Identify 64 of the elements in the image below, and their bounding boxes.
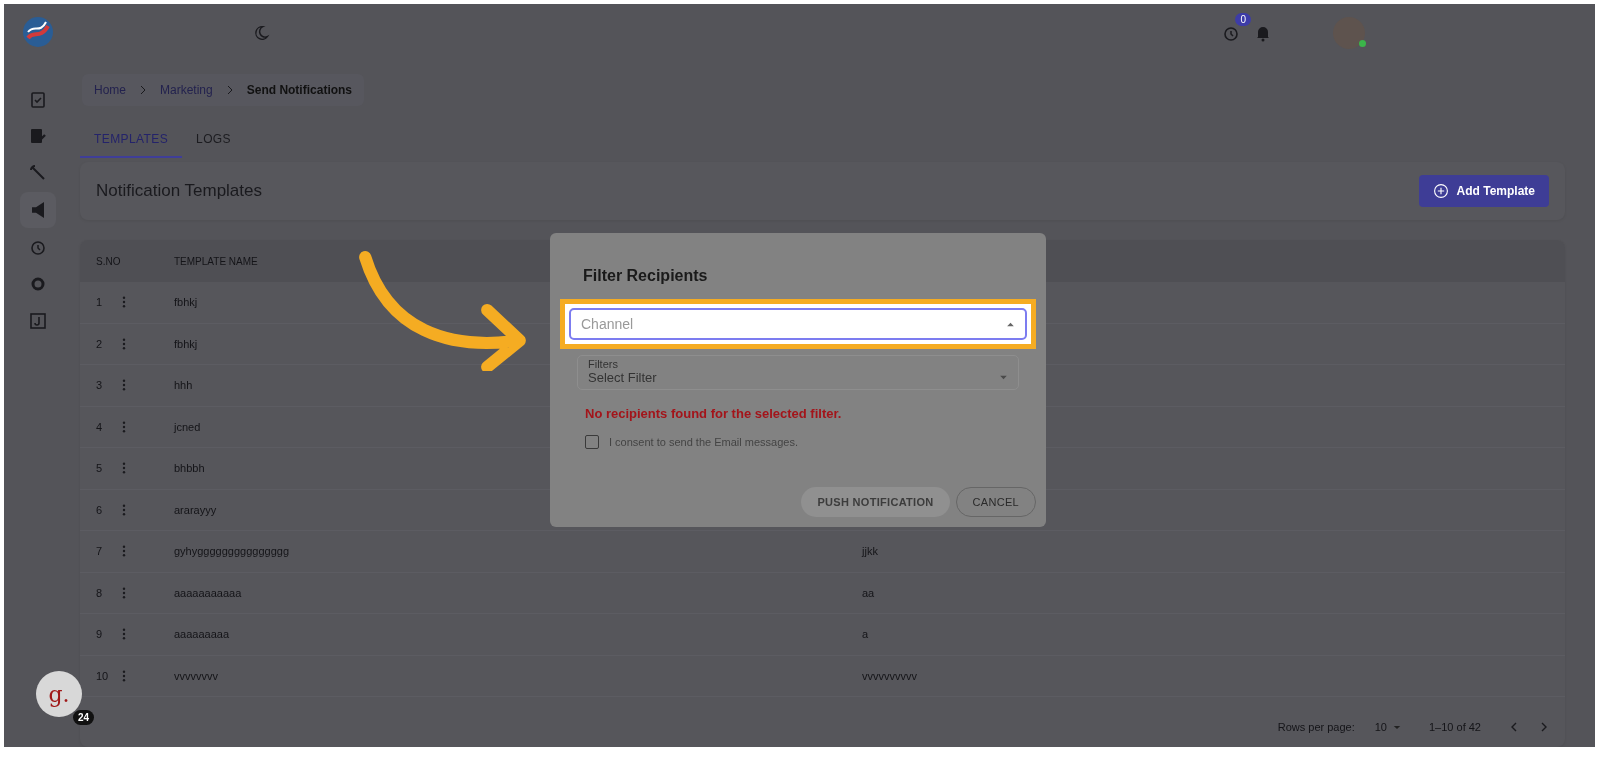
more-vertical-icon[interactable] [122,296,126,309]
more-vertical-icon[interactable] [122,586,126,599]
table-cell-text: hhh [174,379,194,392]
table-cell-text: 1 [95,296,104,309]
chevron-left-icon[interactable] [1509,722,1519,732]
page-range: 1–10 of 42 [1429,721,1481,733]
chevron-right-icon [138,85,148,95]
more-vertical-icon[interactable] [122,379,126,392]
megaphone-nav-item[interactable] [20,192,56,228]
dialog-title: Filter Recipients [583,267,709,285]
more-vertical-icon[interactable] [122,628,126,641]
table-cell-text: 3 [95,379,104,392]
edit-document-icon[interactable] [28,126,48,146]
more-vertical-icon[interactable] [122,462,126,475]
rows-per-page-select[interactable]: 10 [1374,721,1401,733]
table-cell-text: vvvvvvvv [174,669,219,682]
more-vertical-icon[interactable] [122,503,126,516]
count-badge: 24 [72,710,94,725]
table-cell-text: 6 [95,503,104,516]
table-cell: a [862,628,869,641]
field-label: Filters [588,358,619,370]
more-vertical-icon[interactable] [122,337,126,350]
channel-select[interactable]: Channel [569,308,1027,340]
table-cell-text: 2 [95,337,104,350]
logo-icon [22,16,54,48]
megaphone-icon [32,202,44,218]
table-cell-text: 7 [95,545,104,558]
table-cell-text: fbhkj [174,337,199,350]
count-badge: 0 [1235,13,1251,26]
checkbox-label: I consent to send the Email messages. [609,436,798,448]
column-header: TEMPLATE NAME [174,255,258,267]
table-cell: aa [862,586,875,599]
table-cell-text: aaaaaaaaa [174,628,231,641]
table-cell-text: bhbbh [174,462,206,475]
table-cell-text: jcned [174,420,202,433]
table-cell-text: 5 [95,462,104,475]
table-cell-text: 9 [95,628,104,641]
rows-per-page-label: Rows per page: [1277,721,1355,733]
square-j-icon[interactable] [28,311,48,331]
column-header: S.NO [95,255,122,267]
avatar[interactable] [1333,17,1365,49]
clipboard-check-icon[interactable] [28,89,48,109]
table-cell-text: gyhyggggggggggggggg [174,545,290,558]
table-cell-text: fbhkj [174,296,199,309]
table-cell: jjkk [862,545,878,558]
tab[interactable]: LOGS [182,122,245,158]
more-vertical-icon[interactable] [122,545,126,558]
checkbox[interactable] [585,435,599,449]
caret-icon [999,375,1008,380]
table-cell-text: 8 [95,586,104,599]
table-cell-text: 4 [95,420,104,433]
table-cell-text: 10 [95,669,110,682]
plus-circle-icon [1432,183,1449,199]
more-vertical-icon[interactable] [122,420,126,433]
add-template-button[interactable]: Add Template [1418,175,1549,207]
moon-icon[interactable] [252,24,270,42]
more-vertical-icon[interactable] [122,669,126,682]
error-message: No recipients found for the selected filter. [585,406,843,421]
caret-icon [1393,724,1401,730]
table-cell-text: aaaaaaaaaaa [174,586,243,599]
chevron-right-icon[interactable] [1539,722,1549,732]
page-title: Notification Templates [96,181,262,201]
table-cell-text: ararayyy [174,503,218,516]
table-cell: vvvvvvvvvv [862,669,917,682]
